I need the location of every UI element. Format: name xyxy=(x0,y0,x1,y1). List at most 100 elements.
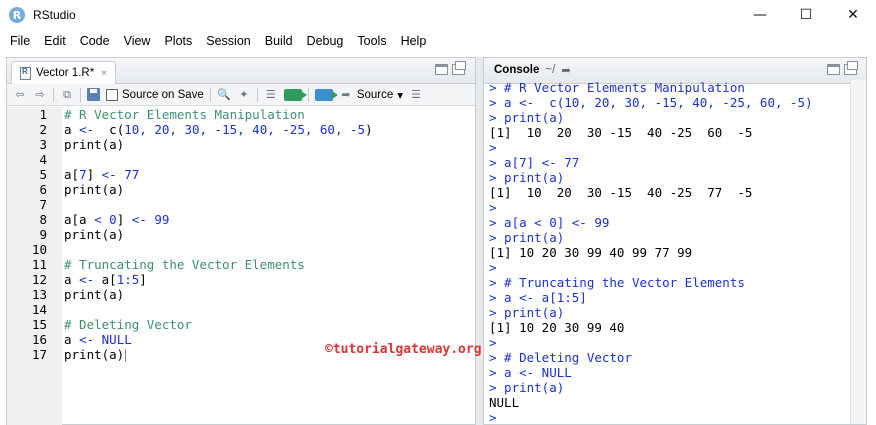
line-number: 12 xyxy=(31,272,47,287)
maximize-button[interactable]: ☐ xyxy=(783,0,829,30)
save-icon[interactable] xyxy=(87,88,100,101)
line-number: 7 xyxy=(39,197,47,212)
console-input-line: > # Truncating the Vector Elements xyxy=(489,275,745,290)
menu-tools[interactable]: Tools xyxy=(350,34,393,48)
console-input-line: > print(a) xyxy=(489,380,565,395)
toolbar-divider xyxy=(256,87,258,102)
close-button[interactable]: ✕ xyxy=(830,0,876,30)
source-on-save-checkbox[interactable] xyxy=(106,88,118,101)
code-line[interactable]: 15 # Deleting Vector xyxy=(7,317,373,332)
toolbar-divider xyxy=(80,87,81,102)
source-tab-bar: Vector 1.R* × xyxy=(7,58,475,84)
code-text: # R Vector Elements Manipulation xyxy=(64,107,305,122)
source-on-save-label: Source on Save xyxy=(122,88,204,101)
code-line[interactable]: 13 print(a) xyxy=(7,287,373,302)
menu-plots[interactable]: Plots xyxy=(157,34,199,48)
show-in-new-window-icon[interactable]: ⧉ xyxy=(60,88,74,102)
code-line[interactable]: 9 print(a) xyxy=(7,227,373,242)
line-number: 2 xyxy=(39,122,47,137)
source-arrow-icon: ➦ xyxy=(341,88,351,101)
code-tools-wand-icon[interactable]: ✦ xyxy=(237,88,251,102)
console-input-line: > xyxy=(489,260,497,275)
console-output-line: [1] 10 20 30 99 40 xyxy=(489,320,625,335)
code-line[interactable]: 17 print(a) xyxy=(7,347,373,362)
maximize-pane-icon[interactable] xyxy=(452,61,466,75)
menu-session[interactable]: Session xyxy=(199,34,257,48)
code-line[interactable]: 4 xyxy=(7,152,373,167)
code-line[interactable]: 12 a <- a[1:5] xyxy=(7,272,373,287)
code-line[interactable]: 16 a <- NULL xyxy=(7,332,373,347)
code-line[interactable]: 1 # R Vector Elements Manipulation xyxy=(7,107,373,122)
code-text: # Deleting Vector xyxy=(64,317,192,332)
source-on-save-toggle[interactable]: Source on Save xyxy=(106,88,204,101)
code-line[interactable]: 11 # Truncating the Vector Elements xyxy=(7,257,373,272)
working-directory[interactable]: ~/ xyxy=(545,64,555,76)
text-cursor xyxy=(125,349,127,362)
line-number: 3 xyxy=(39,137,47,152)
source-button-label: Source xyxy=(356,88,394,101)
forward-arrow-icon[interactable]: ⇨ xyxy=(33,88,47,102)
tab-label: Vector 1.R* xyxy=(36,67,95,79)
menu-code[interactable]: Code xyxy=(73,34,117,48)
console-output-line: [1] 10 20 30 99 40 99 77 99 xyxy=(489,245,693,260)
console-pane: Console ~/ ➦ > # R Vector Elements Manip… xyxy=(483,57,867,425)
source-toolbar: ⇦ ⇨ ⧉ Source on Save 🔍 ✦ ☰ ➦ Source ▾ ☰ xyxy=(7,84,475,106)
source-dropdown-icon[interactable]: ▾ xyxy=(397,88,403,102)
source-button[interactable]: ➦ Source ▾ xyxy=(339,88,403,102)
back-arrow-icon[interactable]: ⇦ xyxy=(13,88,27,102)
tab-vector-1-r[interactable]: Vector 1.R* × xyxy=(11,61,117,84)
menu-file[interactable]: File xyxy=(3,34,37,48)
outline-icon[interactable]: ☰ xyxy=(264,88,278,102)
console-output[interactable]: > # R Vector Elements Manipulation > a <-… xyxy=(484,80,866,424)
search-icon[interactable]: 🔍 xyxy=(217,88,231,102)
toolbar-divider xyxy=(307,87,309,102)
code-line[interactable]: 14 xyxy=(7,302,373,317)
code-line[interactable]: 8 a[a < 0] <- 99 xyxy=(7,212,373,227)
line-number: 15 xyxy=(31,317,47,332)
console-output-line: NULL xyxy=(489,395,520,410)
console-input-line: > # R Vector Elements Manipulation xyxy=(489,80,745,95)
toolbar-divider xyxy=(53,87,54,102)
menu-help[interactable]: Help xyxy=(394,34,434,48)
maximize-pane-icon[interactable] xyxy=(844,61,858,75)
console-output-line: [1] 10 20 30 -15 40 -25 77 -5 xyxy=(489,185,753,200)
menu-edit[interactable]: Edit xyxy=(37,34,73,48)
console-output-line: [1] 10 20 30 -15 40 -25 60 -5 xyxy=(489,125,753,140)
title-bar: R RStudio — ☐ ✕ xyxy=(0,0,876,30)
code-text: print(a) xyxy=(64,347,127,362)
console-input-line: > xyxy=(489,140,497,155)
menu-view[interactable]: View xyxy=(117,34,158,48)
pane-splitter[interactable] xyxy=(476,57,483,425)
code-editor[interactable]: 1 # R Vector Elements Manipulation 2 a <- c… xyxy=(7,107,475,425)
rstudio-logo-icon: R xyxy=(9,7,25,23)
document-outline-icon[interactable]: ☰ xyxy=(409,88,423,102)
code-line[interactable]: 3 print(a) xyxy=(7,137,373,152)
minimize-pane-icon[interactable] xyxy=(435,64,448,75)
go-to-directory-icon[interactable]: ➦ xyxy=(561,63,571,77)
console-input-line: > print(a) xyxy=(489,305,565,320)
console-input-line: > print(a) xyxy=(489,170,565,185)
line-number: 4 xyxy=(39,152,47,167)
minimize-pane-icon[interactable] xyxy=(827,64,840,75)
rerun-icon[interactable] xyxy=(314,88,338,101)
code-line[interactable]: 5 a[7] <- 77 xyxy=(7,167,373,182)
minimize-button[interactable]: — xyxy=(737,0,783,30)
run-icon[interactable] xyxy=(283,88,307,101)
menu-build[interactable]: Build xyxy=(258,34,300,48)
menu-debug[interactable]: Debug xyxy=(300,34,351,48)
console-title[interactable]: Console xyxy=(494,64,539,76)
console-scrollbar[interactable] xyxy=(850,80,866,424)
code-line[interactable]: 6 print(a) xyxy=(7,182,373,197)
tab-close-icon[interactable]: × xyxy=(101,68,107,79)
code-line[interactable]: 10 xyxy=(7,242,373,257)
source-pane: Vector 1.R* × ⇦ ⇨ ⧉ Source on Save 🔍 ✦ ☰… xyxy=(6,57,476,425)
console-input-line: > # Deleting Vector xyxy=(489,350,632,365)
console-input-line: > xyxy=(489,200,497,215)
window-title: RStudio xyxy=(33,8,76,22)
line-number: 10 xyxy=(31,242,47,257)
toolbar-divider xyxy=(209,87,211,102)
console-input-line: > a <- a[1:5] xyxy=(489,290,587,305)
code-line[interactable]: 2 a <- c(10, 20, 30, -15, 40, -25, 60, -5… xyxy=(7,122,372,137)
code-text: print(a) xyxy=(64,227,125,242)
code-line[interactable]: 7 xyxy=(7,197,373,212)
